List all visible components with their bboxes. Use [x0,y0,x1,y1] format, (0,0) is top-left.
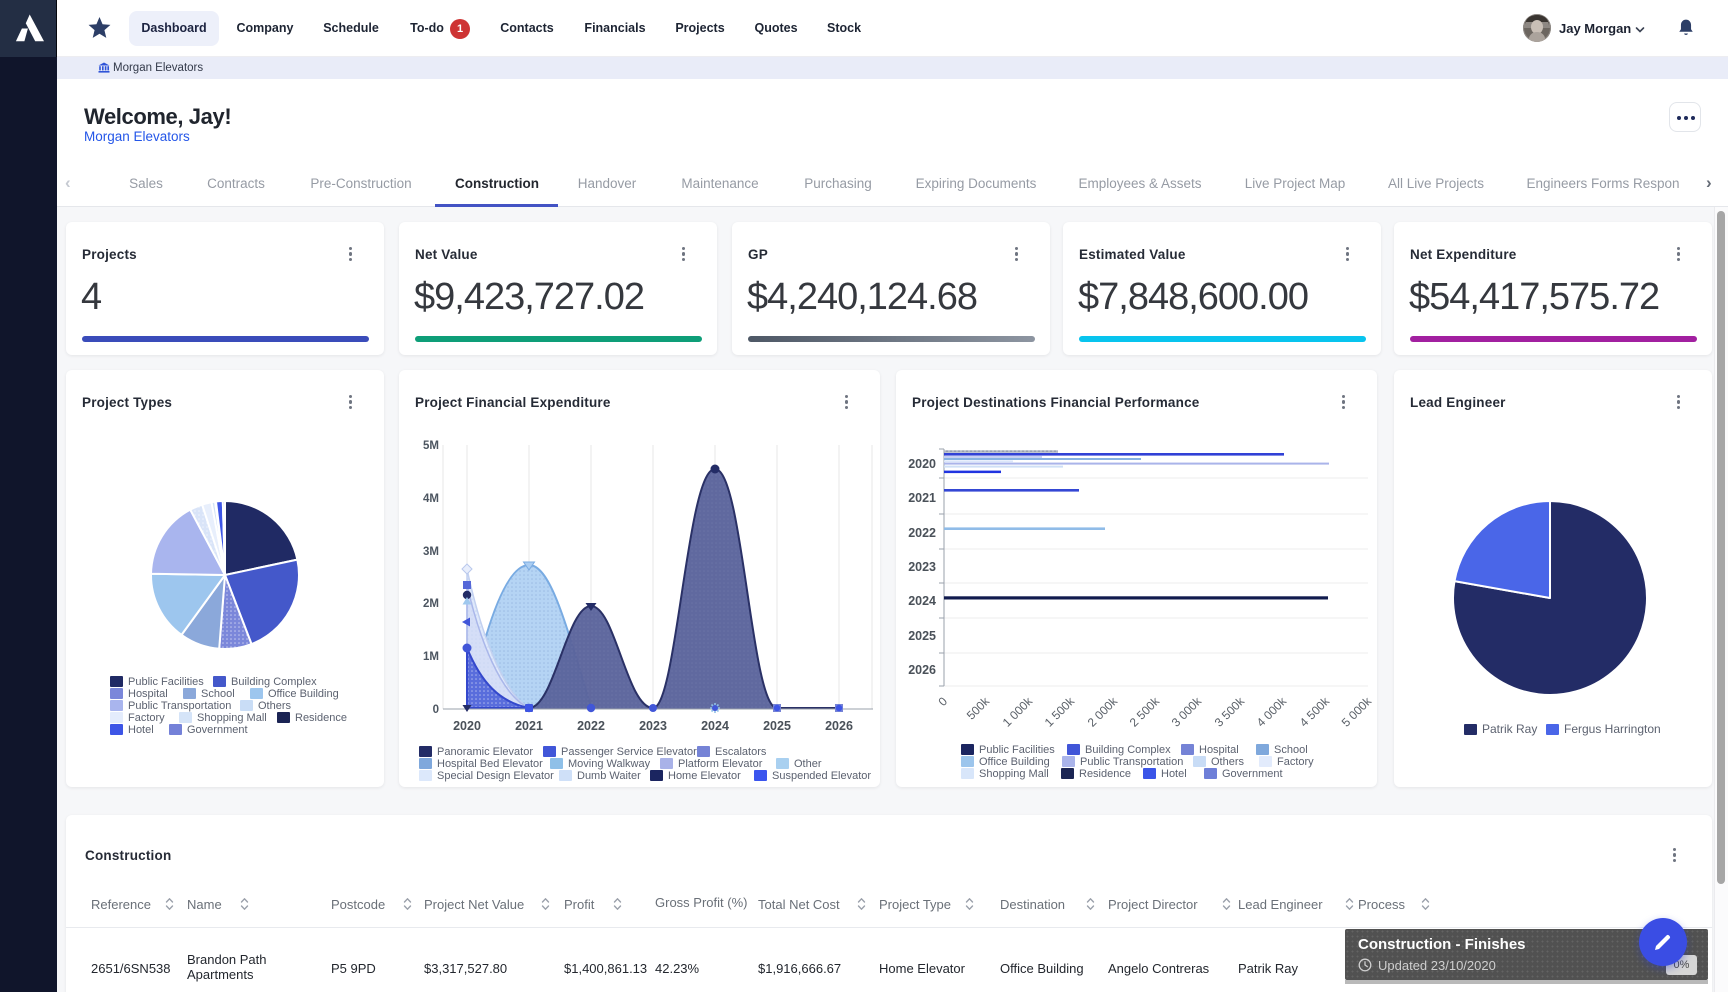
svg-text:2M: 2M [423,598,439,610]
svg-text:3 000k: 3 000k [1169,694,1205,730]
svg-text:2026: 2026 [825,719,853,733]
svg-text:3 500k: 3 500k [1212,694,1248,730]
svg-text:0: 0 [433,704,439,716]
svg-text:2021: 2021 [908,491,936,505]
svg-text:2022: 2022 [577,719,605,733]
svg-text:2020: 2020 [908,457,936,471]
svg-text:500k: 500k [964,694,993,723]
svg-text:2022: 2022 [908,526,936,540]
svg-text:4M: 4M [423,493,439,505]
svg-text:2026: 2026 [908,663,936,677]
svg-text:1 000k: 1 000k [1000,694,1036,730]
svg-text:2023: 2023 [639,719,667,733]
svg-text:2 000k: 2 000k [1085,694,1121,730]
svg-text:2 500k: 2 500k [1127,694,1163,730]
svg-text:2025: 2025 [763,719,791,733]
svg-text:1 500k: 1 500k [1042,694,1078,730]
svg-text:2025: 2025 [908,629,936,643]
svg-text:2020: 2020 [453,719,481,733]
svg-text:4 000k: 4 000k [1254,694,1290,730]
svg-text:2023: 2023 [908,560,936,574]
svg-text:2024: 2024 [701,719,729,733]
svg-text:0: 0 [935,694,950,709]
svg-text:5M: 5M [423,440,439,452]
svg-text:2021: 2021 [515,719,543,733]
svg-text:5 000k: 5 000k [1339,694,1375,730]
svg-text:3M: 3M [423,546,439,558]
svg-text:4 500k: 4 500k [1297,694,1333,730]
svg-text:2024: 2024 [908,594,936,608]
svg-text:1M: 1M [423,651,439,663]
